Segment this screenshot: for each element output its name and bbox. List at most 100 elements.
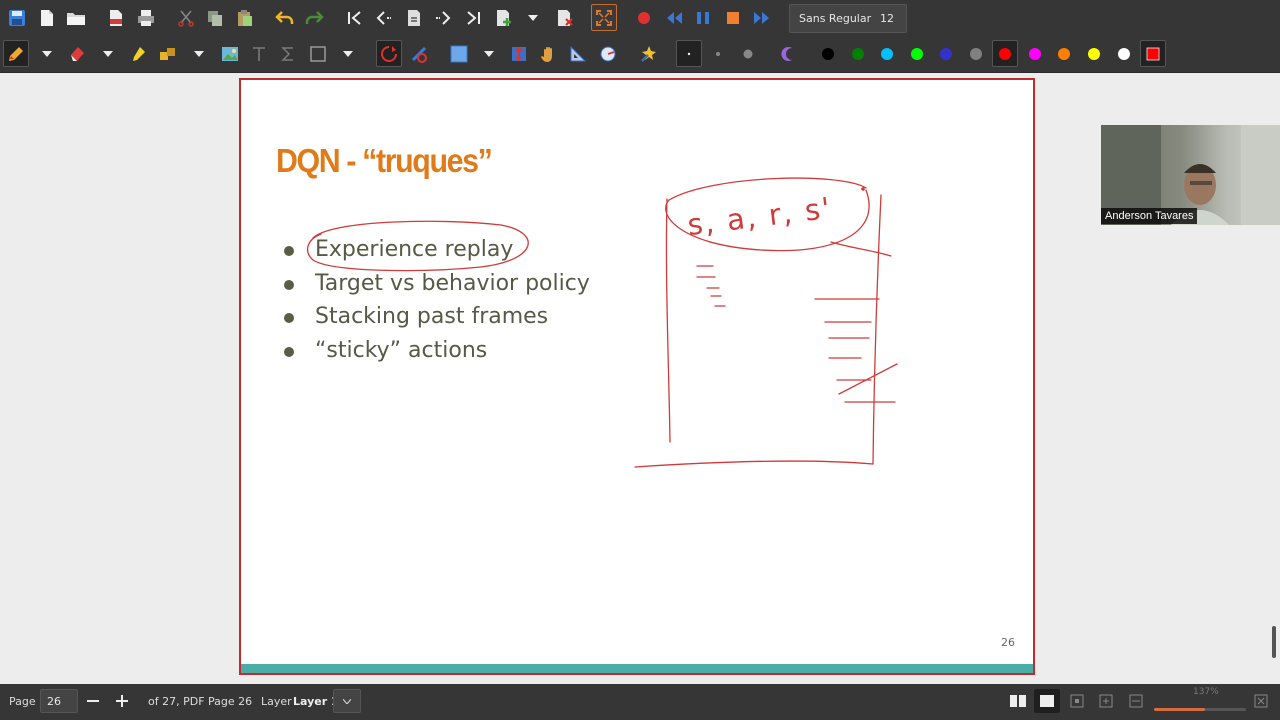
minus-icon <box>87 700 99 702</box>
open-folder-icon[interactable] <box>64 6 88 30</box>
fast-forward-icon[interactable] <box>750 6 774 30</box>
pause-icon[interactable] <box>691 6 715 30</box>
ruler-tool-icon[interactable] <box>407 42 431 66</box>
laser-pointer-icon[interactable] <box>637 42 661 66</box>
pen-dropdown-icon[interactable] <box>40 42 54 66</box>
zoom-width-button[interactable] <box>1093 689 1119 713</box>
stop-icon[interactable] <box>721 6 745 30</box>
page-count-text: of 27, PDF Page 26 <box>148 695 253 708</box>
zoom-fit-button[interactable] <box>1064 689 1090 713</box>
color-swatch-light-blue[interactable] <box>881 48 893 60</box>
eraser-icon[interactable] <box>65 42 89 66</box>
webcam-overlay[interactable]: Anderson Tavares <box>1101 125 1280 225</box>
fill-shape-icon[interactable] <box>447 42 471 66</box>
fullscreen-toggle-icon <box>1254 694 1268 708</box>
pen-size-medium-icon[interactable] <box>706 42 730 66</box>
font-selector[interactable]: Sans Regular 12 <box>789 4 907 33</box>
font-name: Sans Regular <box>799 12 872 25</box>
buffer-entry-ink <box>696 265 726 307</box>
list-item: Stacking past frames <box>281 300 590 334</box>
current-color-icon[interactable] <box>1141 42 1165 66</box>
list-item: “sticky” actions <box>281 334 590 368</box>
fill-dropdown-icon[interactable] <box>482 42 496 66</box>
vertical-scrollbar[interactable] <box>1272 626 1276 658</box>
list-item: Experience replay <box>281 233 590 267</box>
new-document-icon[interactable] <box>35 6 59 30</box>
vertical-space-icon[interactable] <box>507 42 531 66</box>
color-swatch-yellow[interactable] <box>1088 48 1100 60</box>
replay-buffer-edge-ink <box>830 241 892 257</box>
goto-page-icon[interactable] <box>402 6 426 30</box>
cut-icon[interactable] <box>174 6 198 30</box>
transition-tuple-ink: s, a, r, s' <box>686 191 834 242</box>
rectangle-select-icon[interactable] <box>306 42 330 66</box>
delete-page-icon[interactable] <box>553 6 577 30</box>
insert-page-dropdown-icon[interactable] <box>526 6 540 30</box>
pen-size-thick-icon[interactable] <box>736 42 760 66</box>
text-tool-icon[interactable] <box>247 42 271 66</box>
last-page-icon[interactable] <box>461 6 485 30</box>
hand-tool-icon[interactable] <box>537 42 561 66</box>
math-tool-icon[interactable] <box>276 42 300 66</box>
image-icon[interactable] <box>218 42 242 66</box>
chevron-down-icon <box>343 698 351 704</box>
save-icon[interactable] <box>5 6 29 30</box>
participant-name: Anderson Tavares <box>1101 208 1198 224</box>
two-page-view-button[interactable] <box>1005 689 1031 713</box>
layer-dropdown[interactable] <box>333 689 361 713</box>
page-increment-button[interactable] <box>109 689 135 713</box>
shape-recognizer-icon[interactable] <box>377 42 401 66</box>
replay-buffer-top-ink <box>665 177 870 252</box>
page-number-input[interactable]: 26 <box>40 689 78 713</box>
rewind-icon[interactable] <box>662 6 686 30</box>
copy-icon[interactable] <box>203 6 227 30</box>
color-swatch-blue[interactable] <box>940 48 952 60</box>
single-page-view-button[interactable] <box>1034 689 1060 713</box>
slide-page[interactable]: DQN - “truques” Experience replay Target… <box>239 78 1035 675</box>
zoom-width-icon <box>1099 694 1113 708</box>
font-size: 12 <box>880 12 894 25</box>
fullscreen-toggle-button[interactable] <box>1248 689 1274 713</box>
print-icon[interactable] <box>134 6 158 30</box>
color-swatch-green[interactable] <box>852 48 864 60</box>
undo-icon[interactable] <box>273 6 297 30</box>
zoom-page-button[interactable] <box>1123 689 1149 713</box>
layer-value: Layer 1 <box>293 695 339 708</box>
set-square-icon[interactable] <box>566 42 590 66</box>
highlighter-dropdown-icon[interactable] <box>192 42 206 66</box>
color-swatch-gray[interactable] <box>970 48 982 60</box>
custom-color-icon[interactable] <box>776 42 800 66</box>
compass-icon[interactable] <box>596 42 620 66</box>
select-dropdown-icon[interactable] <box>341 42 355 66</box>
page-label: Page <box>9 695 36 708</box>
export-pdf-icon[interactable] <box>104 6 128 30</box>
previous-page-icon[interactable] <box>372 6 396 30</box>
tools-toolbar <box>0 36 1280 73</box>
list-item: Target vs behavior policy <box>281 267 590 301</box>
color-swatch-white[interactable] <box>1118 48 1130 60</box>
color-swatch-orange[interactable] <box>1058 48 1070 60</box>
zoom-slider[interactable] <box>1154 708 1246 711</box>
page-decrement-button[interactable] <box>80 689 106 713</box>
next-page-icon[interactable] <box>431 6 455 30</box>
main-toolbar: Sans Regular 12 <box>0 0 1280 36</box>
buffer-entry-ink <box>814 298 898 403</box>
first-page-icon[interactable] <box>343 6 367 30</box>
color-swatch-black[interactable] <box>822 48 834 60</box>
color-swatch-red[interactable] <box>999 48 1011 60</box>
pen-icon[interactable] <box>4 42 28 66</box>
record-icon[interactable] <box>632 6 656 30</box>
eraser-dropdown-icon[interactable] <box>101 42 115 66</box>
redo-icon[interactable] <box>302 6 326 30</box>
highlighter-shapes-icon[interactable] <box>156 42 180 66</box>
insert-page-icon[interactable] <box>492 6 516 30</box>
zoom-slider-fill <box>1154 708 1205 711</box>
color-swatch-light-green[interactable] <box>911 48 923 60</box>
layer-label: Layer <box>261 695 292 708</box>
highlighter-icon[interactable] <box>126 42 150 66</box>
pen-size-fine-icon[interactable] <box>677 42 701 66</box>
color-swatch-magenta[interactable] <box>1029 48 1041 60</box>
zoom-page-icon <box>1129 694 1143 708</box>
fullscreen-icon[interactable] <box>592 6 616 30</box>
paste-icon[interactable] <box>233 6 257 30</box>
